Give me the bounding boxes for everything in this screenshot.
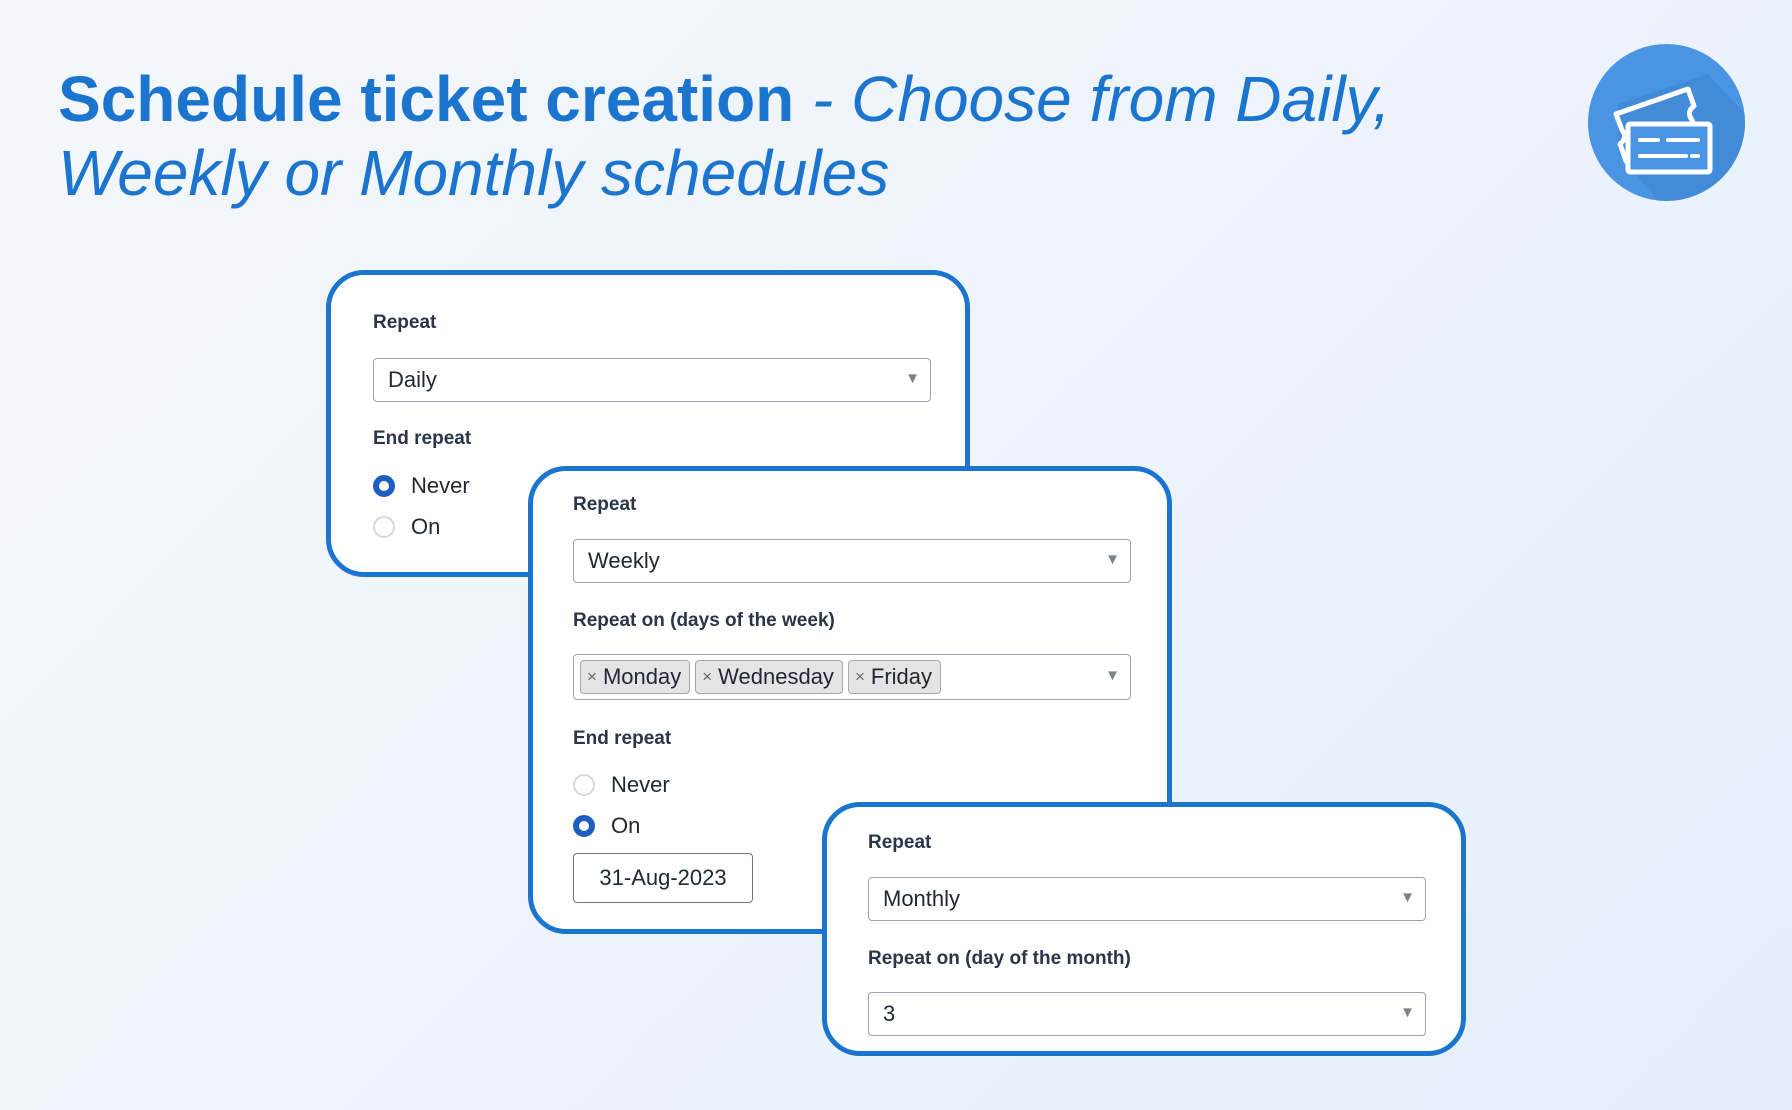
repeat-select-value: Daily xyxy=(388,367,437,392)
end-repeat-label: End repeat xyxy=(373,428,472,449)
end-repeat-never-option[interactable]: Never xyxy=(573,772,670,798)
headline-subtitle-part1: - Choose from Daily, xyxy=(794,63,1391,135)
radio-button-checked[interactable] xyxy=(373,475,395,497)
remove-icon[interactable]: × xyxy=(855,667,865,687)
radio-label: Never xyxy=(611,772,670,797)
headline-subtitle-part2: Weekly or Monthly schedules xyxy=(58,137,890,209)
remove-icon[interactable]: × xyxy=(702,667,712,687)
day-tag-wednesday[interactable]: × Wednesday xyxy=(695,660,843,694)
headline-title: Schedule ticket creation xyxy=(58,63,795,135)
repeat-days-multiselect[interactable]: × Monday × Wednesday × Friday ▼ xyxy=(573,654,1131,700)
day-tag-monday[interactable]: × Monday xyxy=(580,660,691,694)
chevron-down-icon: ▼ xyxy=(1400,1004,1415,1021)
radio-button[interactable] xyxy=(373,516,395,538)
day-tag-label: Wednesday xyxy=(718,664,834,689)
repeat-select-value: Weekly xyxy=(588,548,660,573)
day-tag-label: Monday xyxy=(602,664,682,689)
repeat-select[interactable]: Weekly ▼ xyxy=(573,539,1131,583)
end-date-input[interactable]: 31-Aug-2023 xyxy=(573,853,753,903)
radio-label: Never xyxy=(411,473,470,498)
end-repeat-never-option[interactable]: Never xyxy=(373,473,470,499)
repeat-select[interactable]: Monthly ▼ xyxy=(868,877,1426,921)
repeat-select[interactable]: Daily ▼ xyxy=(373,358,931,402)
chevron-down-icon: ▼ xyxy=(905,370,920,387)
repeat-select-value: Monthly xyxy=(883,886,961,911)
ticket-icon xyxy=(1588,44,1745,201)
repeat-day-label: Repeat on (day of the month) xyxy=(868,948,1131,969)
monthly-schedule-card: Repeat Monthly ▼ Repeat on (day of the m… xyxy=(822,802,1466,1056)
chevron-down-icon: ▼ xyxy=(1400,889,1415,906)
repeat-label: Repeat xyxy=(373,312,437,333)
repeat-days-label: Repeat on (days of the week) xyxy=(573,610,835,631)
day-tag-label: Friday xyxy=(870,664,932,689)
remove-icon[interactable]: × xyxy=(587,667,597,687)
radio-label: On xyxy=(411,514,441,539)
page-headline: Schedule ticket creation - Choose from D… xyxy=(58,62,1438,210)
repeat-day-select-value: 3 xyxy=(883,1001,896,1026)
end-repeat-on-option[interactable]: On xyxy=(573,813,640,839)
repeat-label: Repeat xyxy=(573,494,637,515)
chevron-down-icon: ▼ xyxy=(1105,551,1120,568)
end-repeat-on-option[interactable]: On xyxy=(373,514,440,540)
end-repeat-label: End repeat xyxy=(573,728,672,749)
radio-label: On xyxy=(611,813,641,838)
repeat-day-select[interactable]: 3 ▼ xyxy=(868,992,1426,1036)
chevron-down-icon: ▼ xyxy=(1105,667,1120,684)
radio-button[interactable] xyxy=(573,774,595,796)
repeat-label: Repeat xyxy=(868,832,932,853)
radio-button-checked[interactable] xyxy=(573,815,595,837)
day-tag-friday[interactable]: × Friday xyxy=(847,660,941,694)
